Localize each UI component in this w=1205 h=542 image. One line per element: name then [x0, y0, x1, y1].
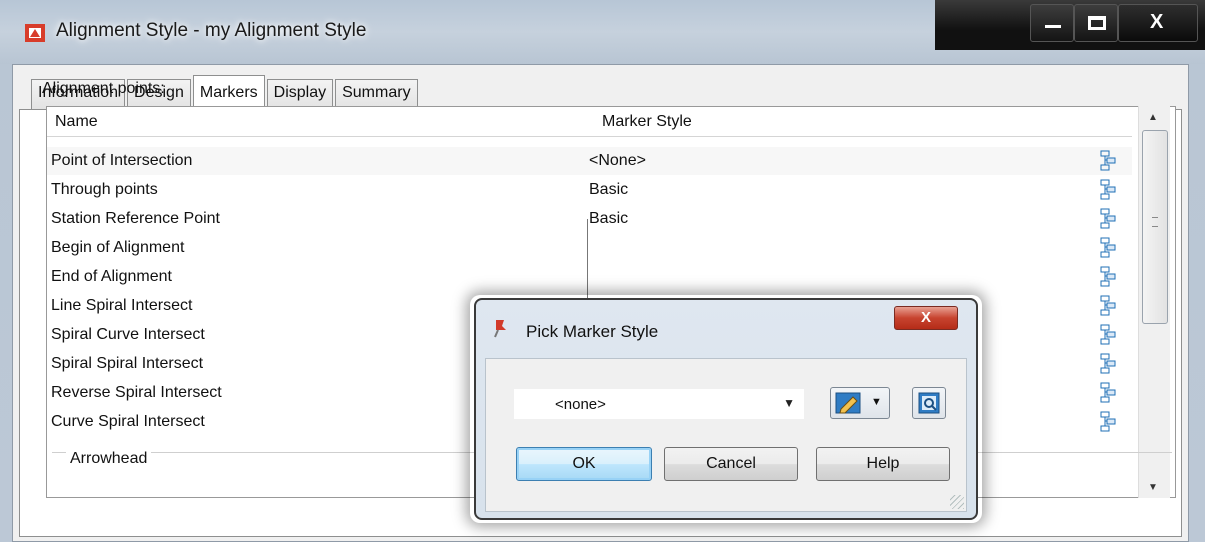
tab-summary[interactable]: Summary: [335, 79, 418, 109]
maximize-button[interactable]: [1074, 4, 1118, 42]
window-title: Alignment Style - my Alignment Style: [56, 20, 367, 41]
edit-style-split-button[interactable]: ▼: [830, 387, 890, 419]
pushpin-icon: [494, 320, 506, 338]
pick-marker-icon[interactable]: [1099, 150, 1119, 172]
close-icon: X: [1150, 11, 1164, 33]
row-name: Through points: [51, 181, 158, 198]
window-close-button[interactable]: X: [1118, 4, 1198, 42]
window-controls: X: [935, 0, 1205, 50]
minimize-icon: [1045, 25, 1061, 28]
table-row[interactable]: Through points Basic: [47, 176, 1132, 204]
cancel-button[interactable]: Cancel: [664, 447, 798, 481]
chevron-down-icon[interactable]: ▼: [783, 396, 795, 410]
arrowhead-label: Arrowhead: [66, 450, 152, 468]
magnifier-icon: [918, 392, 940, 414]
tab-markers[interactable]: Markers: [192, 75, 265, 109]
row-marker-style[interactable]: Basic: [589, 210, 628, 228]
column-header-marker-style[interactable]: Marker Style: [602, 113, 692, 131]
edit-style-icon: [835, 392, 861, 414]
scroll-thumb[interactable]: [1142, 130, 1168, 324]
ok-button[interactable]: OK: [516, 447, 652, 481]
row-name: Spiral Curve Intersect: [51, 326, 205, 343]
app-icon: [25, 24, 45, 42]
table-row[interactable]: Station Reference Point Basic: [47, 205, 1132, 233]
alignment-points-label: Alignment points:: [42, 80, 165, 97]
table-row[interactable]: Point of Intersection <None>: [47, 147, 1132, 175]
dialog-body: <none> ▼ ▼ OK Cancel Help: [485, 358, 967, 512]
row-name: Reverse Spiral Intersect: [51, 384, 222, 401]
pick-marker-icon[interactable]: [1099, 266, 1119, 288]
dialog-close-button[interactable]: X: [894, 306, 958, 330]
scroll-down-icon[interactable]: ▼: [1148, 482, 1158, 493]
pick-marker-icon[interactable]: [1099, 179, 1119, 201]
table-header: Name Marker Style: [47, 107, 1132, 137]
pick-marker-icon[interactable]: [1099, 208, 1119, 230]
row-name: Station Reference Point: [51, 210, 220, 227]
row-name: Point of Intersection: [51, 152, 193, 169]
pick-marker-style-dialog: Pick Marker Style X <none> ▼ ▼ OK Cancel…: [474, 298, 978, 520]
row-name: Curve Spiral Intersect: [51, 413, 205, 430]
table-row[interactable]: End of Alignment: [47, 263, 1132, 291]
vertical-scrollbar[interactable]: ▲ ▼: [1138, 106, 1170, 498]
tab-display[interactable]: Display: [266, 79, 334, 109]
pick-marker-icon[interactable]: [1099, 382, 1119, 404]
pick-marker-icon[interactable]: [1099, 324, 1119, 346]
pick-marker-icon[interactable]: [1099, 411, 1119, 433]
row-name: Line Spiral Intersect: [51, 297, 193, 314]
minimize-button[interactable]: [1030, 4, 1074, 42]
maximize-icon: [1088, 16, 1106, 30]
help-button[interactable]: Help: [816, 447, 950, 481]
resize-grip-icon[interactable]: [950, 495, 964, 509]
row-marker-style[interactable]: Basic: [589, 181, 628, 199]
title-bar[interactable]: Alignment Style - my Alignment Style X: [0, 0, 1205, 64]
row-name: Spiral Spiral Intersect: [51, 355, 204, 372]
preview-style-button[interactable]: [912, 387, 946, 419]
row-name: Begin of Alignment: [51, 239, 185, 256]
grip-icon: [1152, 217, 1158, 227]
row-marker-style[interactable]: <None>: [589, 152, 646, 170]
marker-style-combo[interactable]: <none> ▼: [514, 389, 804, 419]
chevron-down-icon[interactable]: ▼: [871, 396, 882, 408]
close-icon: X: [920, 309, 931, 326]
scroll-up-icon[interactable]: ▲: [1148, 112, 1158, 123]
pick-marker-icon[interactable]: [1099, 237, 1119, 259]
pick-marker-icon[interactable]: [1099, 295, 1119, 317]
table-row[interactable]: Begin of Alignment: [47, 234, 1132, 262]
combo-value: <none>: [555, 396, 606, 413]
pick-marker-icon[interactable]: [1099, 353, 1119, 375]
alignment-style-window: Alignment Style - my Alignment Style X I…: [0, 0, 1205, 542]
dialog-title: Pick Marker Style: [526, 322, 659, 341]
column-header-name[interactable]: Name: [55, 113, 98, 131]
row-name: End of Alignment: [51, 268, 172, 285]
